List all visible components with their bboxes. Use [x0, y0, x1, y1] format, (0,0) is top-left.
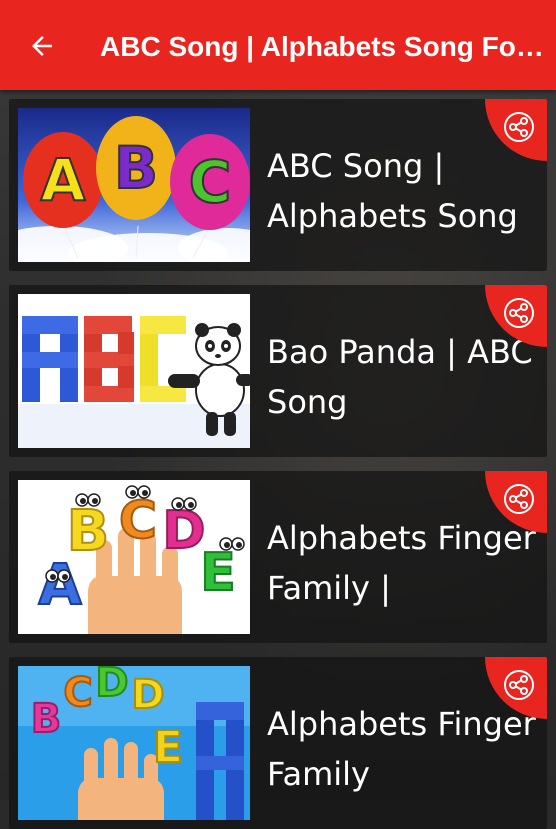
page-title: ABC Song | Alphabets Song For Kids — [100, 31, 545, 62]
svg-text:B: B — [67, 499, 110, 564]
svg-text:D: D — [131, 672, 164, 718]
back-button[interactable] — [22, 26, 62, 66]
svg-text:D: D — [95, 666, 128, 706]
video-item[interactable]: A B C D E Alphabets Finger Family | — [9, 471, 547, 643]
video-title: Alphabets Finger Family — [267, 705, 536, 793]
video-title: Bao Panda | ABC Song — [267, 333, 533, 421]
svg-text:A: A — [41, 146, 86, 214]
video-thumbnail: B C D D E — [18, 666, 250, 820]
svg-text:E: E — [200, 543, 236, 603]
video-thumbnail: A B C — [18, 108, 250, 262]
svg-text:E: E — [153, 722, 183, 773]
svg-text:B: B — [31, 696, 62, 742]
svg-text:C: C — [63, 670, 92, 716]
svg-text:B: B — [114, 134, 158, 202]
video-thumbnail — [18, 294, 250, 448]
share-icon — [504, 298, 534, 328]
video-item[interactable]: Bao Panda | ABC Song — [9, 285, 547, 457]
video-thumbnail: A B C D E — [18, 480, 250, 634]
video-item[interactable]: A B C ABC Song | Alphabets Song — [9, 99, 547, 271]
share-icon — [504, 670, 534, 700]
svg-text:C: C — [189, 148, 232, 216]
svg-text:D: D — [162, 501, 205, 561]
video-title: Alphabets Finger Family | — [267, 519, 536, 607]
share-icon — [504, 484, 534, 514]
video-item[interactable]: B C D D E Alphabets Finger Family — [9, 657, 547, 829]
share-icon — [504, 112, 534, 142]
app-bar: ABC Song | Alphabets Song For Kids — [0, 0, 556, 90]
video-title: ABC Song | Alphabets Song — [267, 147, 518, 235]
arrow-back-icon — [32, 36, 52, 56]
svg-text:C: C — [119, 491, 157, 551]
